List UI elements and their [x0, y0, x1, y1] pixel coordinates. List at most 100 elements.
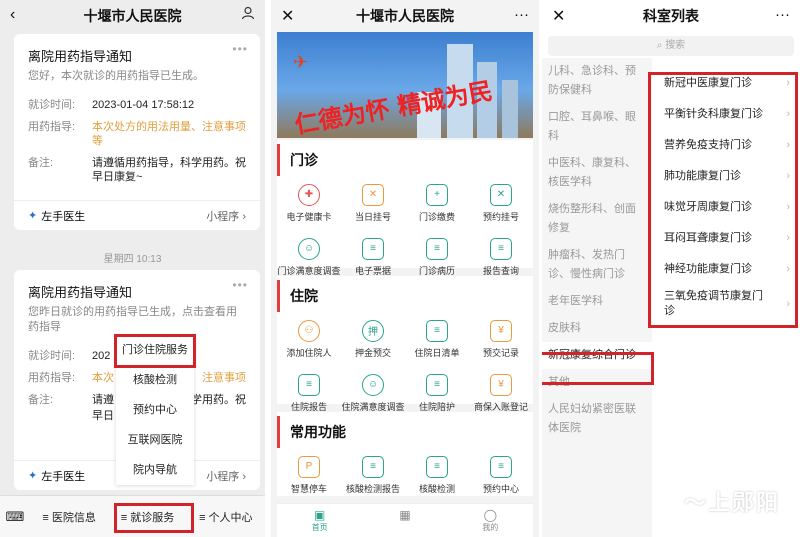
- notice-title: 离院用药指导通知: [28, 49, 133, 64]
- nav-middle[interactable]: ▦: [362, 504, 447, 537]
- section-title: 住院: [277, 280, 533, 312]
- grid-item-prepay-record[interactable]: ¥ 预交记录: [469, 312, 533, 366]
- grid-item-nucleic-test[interactable]: ≡ 核酸检测: [405, 448, 469, 502]
- report-icon: ≡: [298, 373, 320, 396]
- miniapp-header: ✕ 十堰市人民医院 ···: [271, 0, 539, 32]
- menu-item-booking[interactable]: 预约中心: [116, 395, 194, 425]
- inpatient-section: 住院 ⚇ 添加住院人 押押金预交 ≡ 住院日清单 ¥ 预交记录 ≡ 住院报告 ☺ 住院满意…: [277, 276, 533, 412]
- dept-item[interactable]: 儿科、急诊科、预防保健科: [542, 58, 652, 104]
- insurance-icon: ¥: [490, 373, 512, 396]
- notice-footer[interactable]: ✦ 左手医生 小程序 ›: [14, 200, 260, 230]
- grid-item-parking[interactable]: P 智慧停车: [277, 448, 341, 502]
- ticket-icon: ✕: [490, 183, 512, 206]
- more-icon[interactable]: ···: [514, 6, 529, 23]
- health-card-icon: ✚: [298, 183, 320, 206]
- mini-program-link[interactable]: 小程序 ›: [206, 208, 246, 224]
- search-input[interactable]: ⌕ 搜索: [548, 36, 794, 56]
- dept-item[interactable]: 肿瘤科、发热门诊、慢性病门诊: [542, 242, 652, 288]
- record-icon: ≡: [426, 237, 448, 260]
- section-title: 门诊: [277, 144, 533, 176]
- section-title: 常用功能: [277, 416, 533, 448]
- dept-item[interactable]: 皮肤科: [542, 315, 652, 342]
- tab-personal[interactable]: ≡ 个人中心: [187, 509, 265, 525]
- more-icon[interactable]: ···: [775, 6, 790, 23]
- escort-icon: ≡: [426, 373, 448, 396]
- wallet-icon: +: [426, 183, 448, 206]
- grid-icon: ▦: [399, 508, 411, 522]
- grid-item-appointment[interactable]: ✕ 预约挂号: [469, 176, 533, 230]
- grid-item-add-inpatient[interactable]: ⚇ 添加住院人: [277, 312, 341, 366]
- notice-card-1[interactable]: ••• 离院用药指导通知 您好，本次就诊的用药指导已生成。 就诊时间: 2023-…: [14, 34, 260, 230]
- search-icon: ⌕: [656, 40, 666, 51]
- hospital-banner: ✈ 仁德为怀 精诚为民: [277, 32, 533, 138]
- report-icon: ≡: [490, 237, 512, 260]
- info-row: 备注: 请遵循用药指导，科学用药。祝早日康复~: [28, 157, 246, 183]
- yen-icon: ¥: [490, 319, 512, 342]
- chat-title: 十堰市人民医院: [83, 8, 182, 24]
- left-doctor-logo-icon: ✦: [28, 470, 38, 482]
- menu-item-internet[interactable]: 互联网医院: [116, 425, 194, 455]
- source-name: 左手医生: [41, 470, 86, 483]
- dept-item[interactable]: 口腔、耳鼻喉、眼科: [542, 104, 652, 150]
- dept-item[interactable]: 老年医学科: [542, 288, 652, 315]
- chat-header: ‹ 十堰市人民医院: [0, 0, 265, 32]
- more-icon[interactable]: •••: [232, 42, 248, 56]
- people-icon: ⚇: [298, 319, 320, 342]
- calendar-icon: ≡: [490, 455, 512, 478]
- smile-icon: ☺: [298, 237, 320, 260]
- keyboard-icon[interactable]: ⌨: [0, 509, 30, 525]
- close-icon[interactable]: ✕: [281, 6, 294, 26]
- bottom-nav: ▣ 首页 ▦ ◯ 我的: [277, 503, 533, 537]
- info-row: 用药指导: 本次处方的用法用量、注意事项等: [28, 121, 246, 147]
- left-doctor-logo-icon: ✦: [28, 210, 38, 222]
- highlight-box: [114, 334, 196, 368]
- watermark-logo: 〜上郧阳: [683, 490, 780, 515]
- timestamp: 星期四 10:13: [103, 254, 162, 265]
- helicopter-icon: ✈: [293, 52, 309, 72]
- dept-title: 科室列表: [643, 8, 699, 24]
- wave-logo-icon: 〜: [683, 490, 708, 515]
- miniapp-title: 十堰市人民医院: [356, 8, 454, 24]
- mini-program-link[interactable]: 小程序 ›: [206, 468, 246, 484]
- menu-item-navigation[interactable]: 院内导航: [116, 455, 194, 485]
- highlight-box: [114, 503, 194, 533]
- user-icon: ◯: [483, 508, 498, 522]
- grid-item-booking-center[interactable]: ≡ 预约中心: [469, 448, 533, 502]
- report-icon: ≡: [362, 455, 384, 478]
- dept-item[interactable]: 人民妇幼紧密医联体医院: [542, 396, 652, 442]
- grid-item-health-card[interactable]: ✚ 电子健康卡: [277, 176, 341, 230]
- close-icon[interactable]: ✕: [552, 6, 565, 26]
- department-list-panel: ✕ 科室列表 ··· ⌕ 搜索 儿科、急诊科、预防保健科 口腔、耳鼻喉、眼科 中…: [542, 0, 800, 537]
- nav-mine[interactable]: ◯ 我的: [448, 504, 533, 537]
- tab-hospital-info[interactable]: ≡ 医院信息: [30, 509, 108, 525]
- smile-icon: ☺: [362, 373, 384, 396]
- highlight-box: [542, 352, 654, 385]
- chat-panel: ‹ 十堰市人民医院 ••• 离院用药指导通知 您好，本次就诊的用药指导已生成。 …: [0, 0, 265, 537]
- highlight-box: [648, 72, 798, 328]
- grid-item-daily-bill[interactable]: ≡ 住院日清单: [405, 312, 469, 366]
- list-icon: ≡: [426, 319, 448, 342]
- parking-icon: P: [298, 455, 320, 478]
- info-row: 就诊时间: 2023-01-04 17:58:12: [28, 99, 195, 111]
- menu-item-nucleic[interactable]: 核酸检测: [116, 365, 194, 395]
- test-icon: ≡: [426, 455, 448, 478]
- grid-item-same-day-registration[interactable]: ✕ 当日挂号: [341, 176, 405, 230]
- dept-item[interactable]: 中医科、康复科、核医学科: [542, 150, 652, 196]
- department-categories: 儿科、急诊科、预防保健科 口腔、耳鼻喉、眼科 中医科、康复科、核医学科 烧伤整形…: [542, 58, 652, 537]
- profile-icon[interactable]: [241, 6, 255, 24]
- notice-subtitle: 您昨日就诊的用药指导已生成，点击查看用药指导: [28, 306, 237, 333]
- deposit-icon: 押: [362, 319, 384, 342]
- grid-item-outpatient-payment[interactable]: + 门诊缴费: [405, 176, 469, 230]
- notice-title: 离院用药指导通知: [28, 285, 133, 300]
- notice-subtitle: 您好，本次就诊的用药指导已生成。: [28, 70, 204, 82]
- nav-home[interactable]: ▣ 首页: [277, 504, 362, 537]
- hospital-home-panel: ✕ 十堰市人民医院 ··· ✈ 仁德为怀 精诚为民 门诊 ✚ 电子健康卡 ✕ 当日挂…: [271, 0, 539, 537]
- home-icon: ▣: [313, 508, 326, 522]
- more-icon[interactable]: •••: [232, 278, 248, 292]
- back-icon[interactable]: ‹: [10, 6, 15, 24]
- ticket-icon: ✕: [362, 183, 384, 206]
- outpatient-section: 门诊 ✚ 电子健康卡 ✕ 当日挂号 + 门诊缴费 ✕ 预约挂号 ☺ 门诊满意度调查 ≡ 电子…: [277, 140, 533, 276]
- dept-item[interactable]: 烧伤整形科、创面修复: [542, 196, 652, 242]
- grid-item-nucleic-report[interactable]: ≡ 核酸检测报告: [341, 448, 405, 502]
- grid-item-deposit[interactable]: 押押金预交: [341, 312, 405, 366]
